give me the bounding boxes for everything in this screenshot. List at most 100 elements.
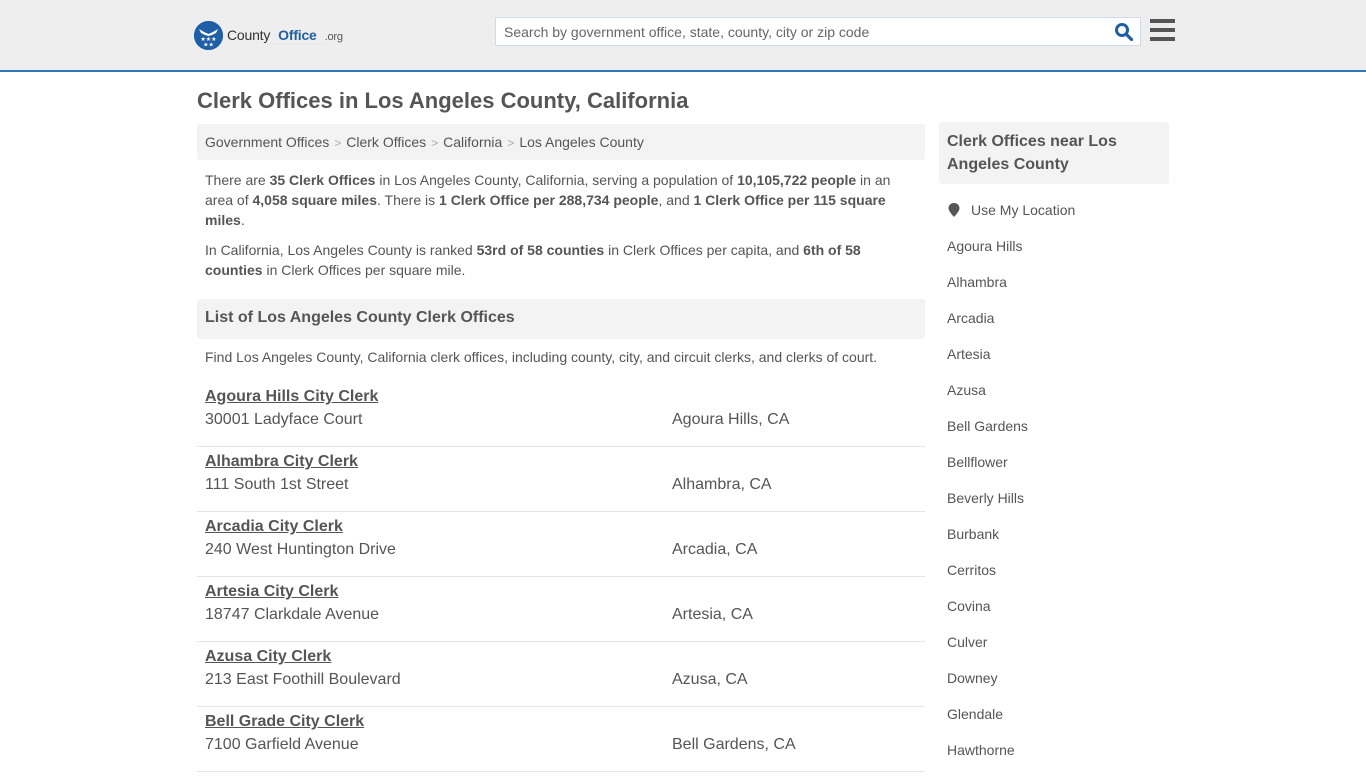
logo-office: Office	[270, 22, 325, 44]
nearby-city-link[interactable]: Covina	[947, 598, 991, 614]
population: 10,105,722 people	[737, 172, 857, 188]
sidebar-heading: Clerk Offices near Los Angeles County	[939, 122, 1169, 184]
svg-text:★★: ★★	[203, 41, 214, 48]
search-input[interactable]	[496, 18, 1096, 45]
use-my-location-link[interactable]: Use My Location	[971, 202, 1075, 218]
menu-bar	[1150, 19, 1175, 23]
office-city: Alhambra, CA	[672, 476, 772, 493]
site-logo[interactable]: ★★★ ★★ County Office .org	[194, 20, 343, 50]
nearby-city-item: Burbank	[947, 526, 1028, 562]
office-list-item: Arcadia City Clerk 240 West Huntington D…	[197, 512, 925, 577]
office-name-link[interactable]: Arcadia City Clerk	[205, 518, 343, 536]
nearby-city-item: Beverly Hills	[947, 490, 1028, 526]
nearby-city-item: Culver	[947, 634, 1028, 670]
rank-per-capita: 53rd of 58 counties	[476, 242, 605, 258]
nearby-city-item: Hawthorne	[947, 742, 1028, 778]
menu-bar	[1150, 37, 1175, 41]
offices-per-capita: 1 Clerk Office per 288,734 people	[439, 192, 659, 208]
text: in Clerk Offices per capita, and	[604, 242, 804, 258]
nearby-city-link[interactable]: Beverly Hills	[947, 490, 1024, 506]
breadcrumb: Government Offices > Clerk Offices > Califor…	[197, 124, 925, 160]
office-city: Bell Gardens, CA	[672, 736, 796, 753]
breadcrumb-los-angeles-county[interactable]: Los Angeles County	[519, 134, 644, 150]
nearby-city-link[interactable]: Arcadia	[947, 310, 994, 326]
nearby-city-link[interactable]: Hawthorne	[947, 742, 1015, 758]
office-list-item: Bell Grade City Clerk 7100 Garfield Aven…	[197, 707, 925, 772]
nearby-city-link[interactable]: Alhambra	[947, 274, 1007, 290]
intro-paragraph-stats: There are 35 Clerk Offices in Los Angele…	[205, 170, 917, 230]
nearby-city-link[interactable]: Glendale	[947, 706, 1003, 722]
logo-wordmark: County Office .org	[227, 22, 343, 44]
search-icon	[1115, 23, 1134, 42]
office-list-item: Artesia City Clerk 18747 Clarkdale Avenu…	[197, 577, 925, 642]
office-city: Azusa, CA	[672, 671, 748, 688]
text: in Clerk Offices per square mile.	[262, 262, 466, 278]
nearby-city-item: Agoura Hills	[947, 238, 1028, 274]
search-button[interactable]	[1114, 22, 1134, 42]
office-list-item: Azusa City Clerk 213 East Foothill Boule…	[197, 642, 925, 707]
office-city: Agoura Hills, CA	[672, 411, 790, 428]
intro-text: There are 35 Clerk Offices in Los Angele…	[205, 170, 917, 290]
nearby-city-link[interactable]: Cerritos	[947, 562, 996, 578]
nearby-city-item: Cerritos	[947, 562, 1028, 598]
page-title: Clerk Offices in Los Angeles County, Cal…	[197, 88, 689, 113]
office-city: Arcadia, CA	[672, 541, 758, 558]
office-city: Artesia, CA	[672, 606, 753, 623]
nearby-city-item: Bell Gardens	[947, 418, 1028, 454]
text: In California, Los Angeles County is ran…	[205, 242, 477, 258]
office-address: 240 West Huntington Drive	[205, 541, 396, 558]
office-address: 213 East Foothill Boulevard	[205, 671, 401, 688]
office-address: 111 South 1st Street	[205, 476, 349, 493]
breadcrumb-separator: >	[507, 136, 515, 150]
text: .	[240, 212, 245, 228]
nearby-city-link[interactable]: Downey	[947, 670, 998, 686]
breadcrumb-california[interactable]: California	[443, 134, 502, 150]
nearby-city-link[interactable]: Bell Gardens	[947, 418, 1028, 434]
map-marker-icon	[948, 203, 960, 217]
text: . There is	[377, 192, 440, 208]
breadcrumb-clerk-offices[interactable]: Clerk Offices	[346, 134, 426, 150]
office-address: 18747 Clarkdale Avenue	[205, 606, 380, 623]
breadcrumb-separator: >	[334, 136, 342, 150]
nearby-city-item: Arcadia	[947, 310, 1028, 346]
office-list-item: Agoura Hills City Clerk 30001 Ladyface C…	[197, 382, 925, 447]
area: 4,058 square miles	[252, 192, 378, 208]
site-header: ★★★ ★★ County Office .org	[0, 0, 1366, 72]
search-box	[495, 17, 1141, 46]
nearby-city-item: Downey	[947, 670, 1028, 706]
intro-paragraph-ranking: In California, Los Angeles County is ran…	[205, 240, 917, 280]
nearby-city-item: Alhambra	[947, 274, 1028, 310]
office-count: 35 Clerk Offices	[269, 172, 376, 188]
breadcrumb-separator: >	[431, 136, 439, 150]
nearby-cities-list: Agoura Hills Alhambra Arcadia Artesia Az…	[947, 238, 1028, 778]
text: , and	[658, 192, 694, 208]
office-address: 7100 Garfield Avenue	[205, 736, 359, 753]
nearby-city-item: Artesia	[947, 346, 1028, 382]
office-name-link[interactable]: Alhambra City Clerk	[205, 453, 358, 471]
hamburger-menu-icon[interactable]	[1150, 19, 1175, 41]
nearby-city-link[interactable]: Artesia	[947, 346, 991, 362]
office-list-item: Alhambra City Clerk 111 South 1st Street…	[197, 447, 925, 512]
nearby-city-item: Covina	[947, 598, 1028, 634]
use-my-location: Use My Location	[947, 202, 1075, 218]
office-list: Agoura Hills City Clerk 30001 Ladyface C…	[197, 382, 925, 772]
eagle-stars-logo-icon: ★★★ ★★	[194, 20, 223, 50]
nearby-city-link[interactable]: Culver	[947, 634, 987, 650]
office-address: 30001 Ladyface Court	[205, 411, 363, 428]
nearby-city-item: Azusa	[947, 382, 1028, 418]
office-name-link[interactable]: Bell Grade City Clerk	[205, 713, 364, 731]
breadcrumb-government-offices[interactable]: Government Offices	[205, 134, 329, 150]
nearby-city-item: Glendale	[947, 706, 1028, 742]
office-name-link[interactable]: Agoura Hills City Clerk	[205, 388, 378, 406]
nearby-city-link[interactable]: Azusa	[947, 382, 986, 398]
nearby-city-link[interactable]: Agoura Hills	[947, 238, 1022, 254]
office-list-heading: List of Los Angeles County Clerk Offices	[197, 299, 925, 339]
nearby-city-link[interactable]: Bellflower	[947, 454, 1008, 470]
office-name-link[interactable]: Azusa City Clerk	[205, 648, 331, 666]
menu-bar	[1150, 28, 1175, 32]
text: There are	[205, 172, 270, 188]
text: in Los Angeles County, California, servi…	[375, 172, 738, 188]
office-name-link[interactable]: Artesia City Clerk	[205, 583, 338, 601]
nearby-city-item: Bellflower	[947, 454, 1028, 490]
nearby-city-link[interactable]: Burbank	[947, 526, 999, 542]
